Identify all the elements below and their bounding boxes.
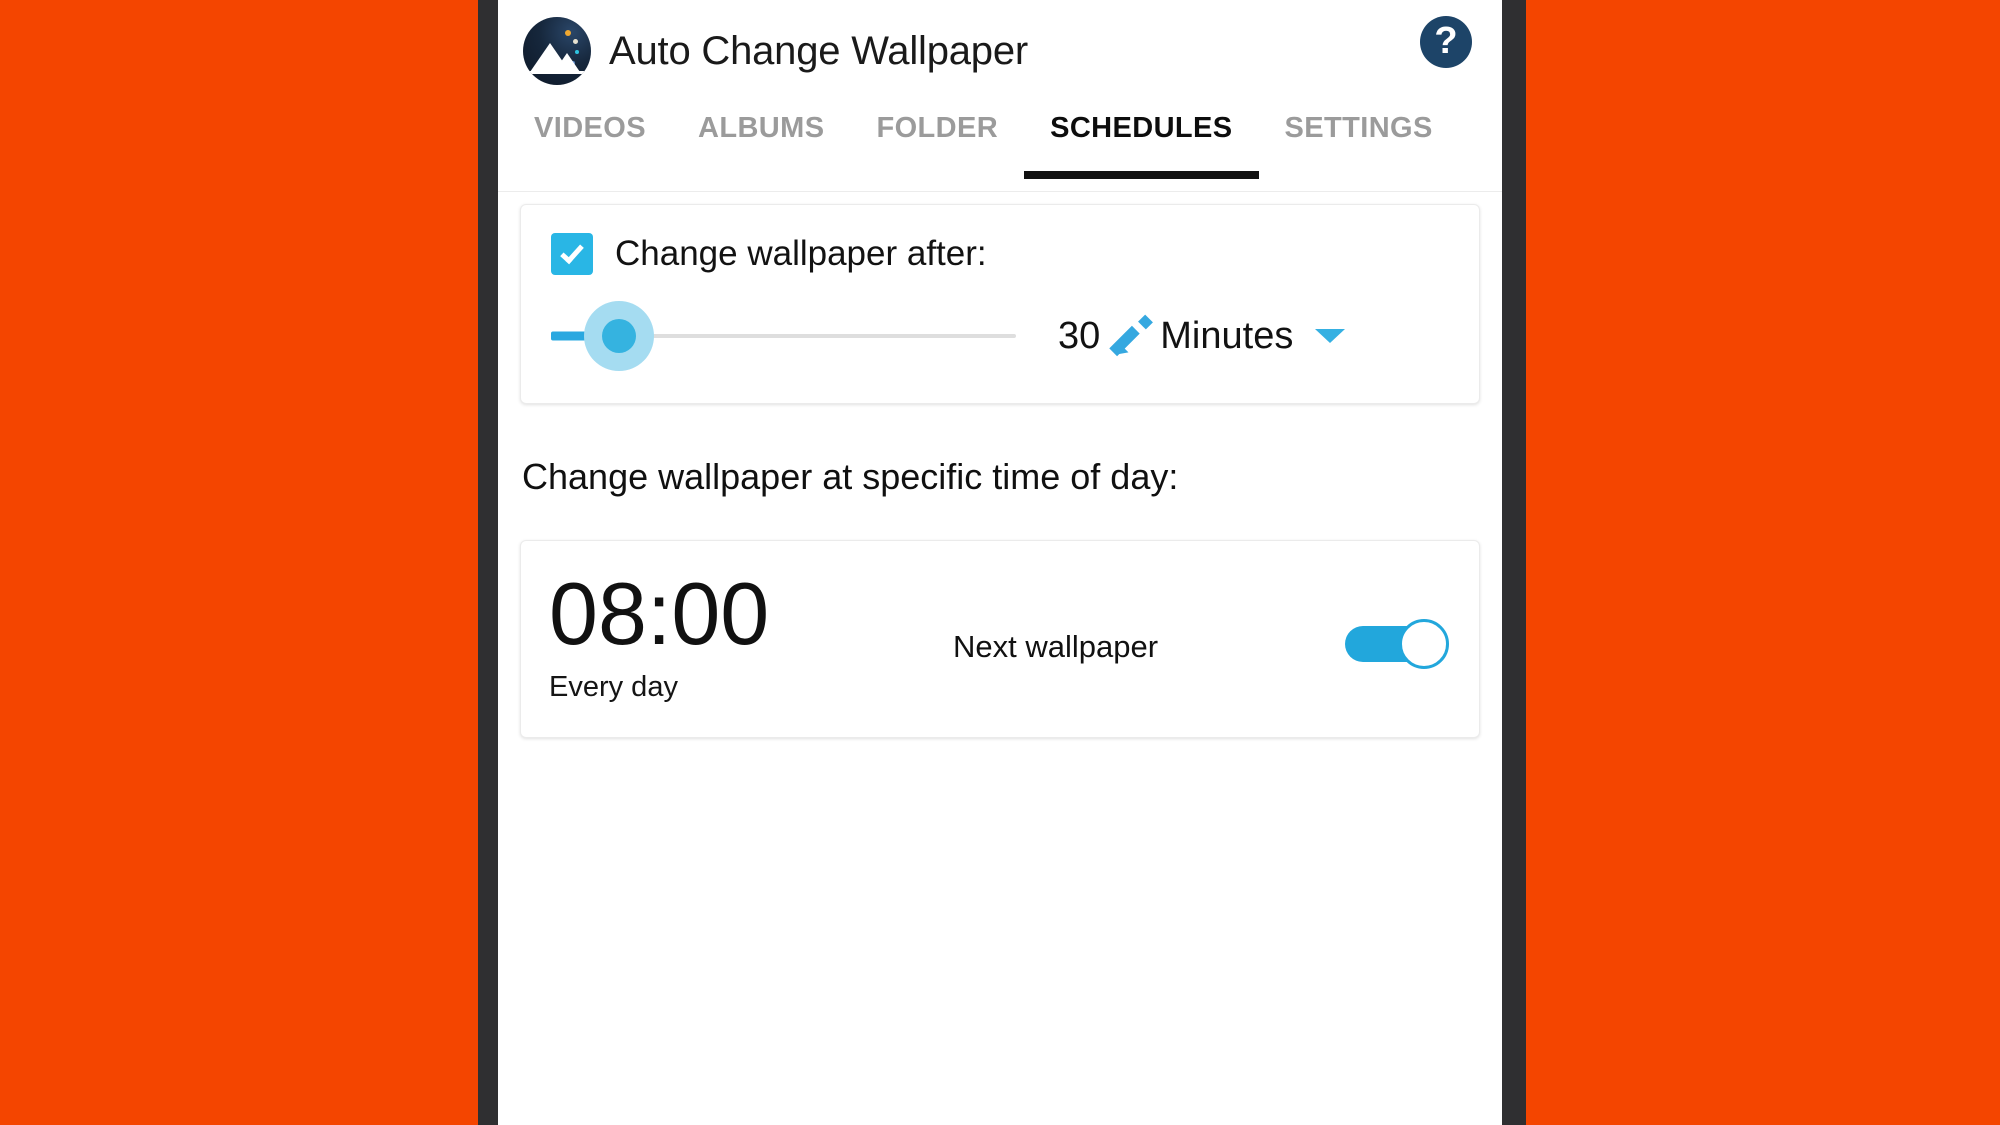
tab-albums[interactable]: ALBUMS (698, 102, 824, 145)
tab-settings-label: SETTINGS (1284, 112, 1433, 144)
pencil-edit-icon[interactable] (1109, 314, 1154, 360)
duration-value: 30 (1058, 314, 1101, 357)
specific-time-title: Change wallpaper at specific time of day… (522, 456, 1179, 497)
phone-bezel-right (1502, 0, 1526, 1125)
schedule-time-block[interactable]: 08:00 Every day (521, 567, 769, 704)
duration-selector[interactable]: 30 Minutes (1058, 314, 1346, 360)
phone-bezel-left (478, 0, 498, 1125)
chevron-down-icon[interactable] (1315, 329, 1346, 343)
tab-folder-label: FOLDER (876, 112, 999, 144)
active-tab-indicator (1024, 171, 1259, 179)
schedules-content: Change wallpaper after: 30 Minutes Chang… (498, 204, 1502, 1068)
help-glyph: ? (1434, 19, 1458, 62)
tab-bar-divider (498, 191, 1502, 192)
duration-unit: Minutes (1160, 314, 1294, 357)
interval-controls-row: 30 Minutes (551, 299, 1449, 373)
tab-settings[interactable]: SETTINGS (1285, 102, 1433, 145)
checkbox-checked-icon[interactable] (551, 233, 593, 275)
toggle-thumb (1399, 619, 1449, 669)
checkmark-glyph (560, 239, 584, 264)
change-after-label: Change wallpaper after: (615, 234, 987, 273)
schedule-time[interactable]: 08:00 (549, 567, 769, 660)
tab-bar: VIDEOS ALBUMS FOLDER SCHEDULES SETTINGS (498, 102, 1502, 192)
toggle-switch-on-icon[interactable] (1345, 619, 1449, 669)
tab-folder[interactable]: FOLDER (876, 102, 998, 145)
schedule-action-label: Next wallpaper (953, 629, 1159, 664)
tab-albums-label: ALBUMS (698, 112, 825, 144)
interval-slider[interactable] (551, 299, 1016, 373)
tab-videos-label: VIDEOS (534, 112, 646, 144)
schedule-repeat[interactable]: Every day (549, 671, 769, 704)
schedule-row[interactable]: 08:00 Every day Next wallpaper (520, 540, 1480, 738)
slider-thumb[interactable] (602, 319, 636, 353)
change-after-row: Change wallpaper after: (551, 233, 1449, 275)
tab-schedules-label: SCHEDULES (1050, 112, 1233, 144)
tab-schedules[interactable]: SCHEDULES (1024, 102, 1259, 179)
app-logo-mountain-icon (523, 17, 591, 85)
app-title: Auto Change Wallpaper (609, 28, 1029, 73)
phone-screen: Auto Change Wallpaper ? VIDEOS ALBUMS FO… (498, 0, 1502, 1125)
change-after-card: Change wallpaper after: 30 Minutes (520, 204, 1480, 404)
help-question-icon[interactable]: ? (1420, 16, 1472, 68)
app-bar: Auto Change Wallpaper ? (498, 0, 1502, 102)
tab-videos[interactable]: VIDEOS (534, 102, 646, 145)
